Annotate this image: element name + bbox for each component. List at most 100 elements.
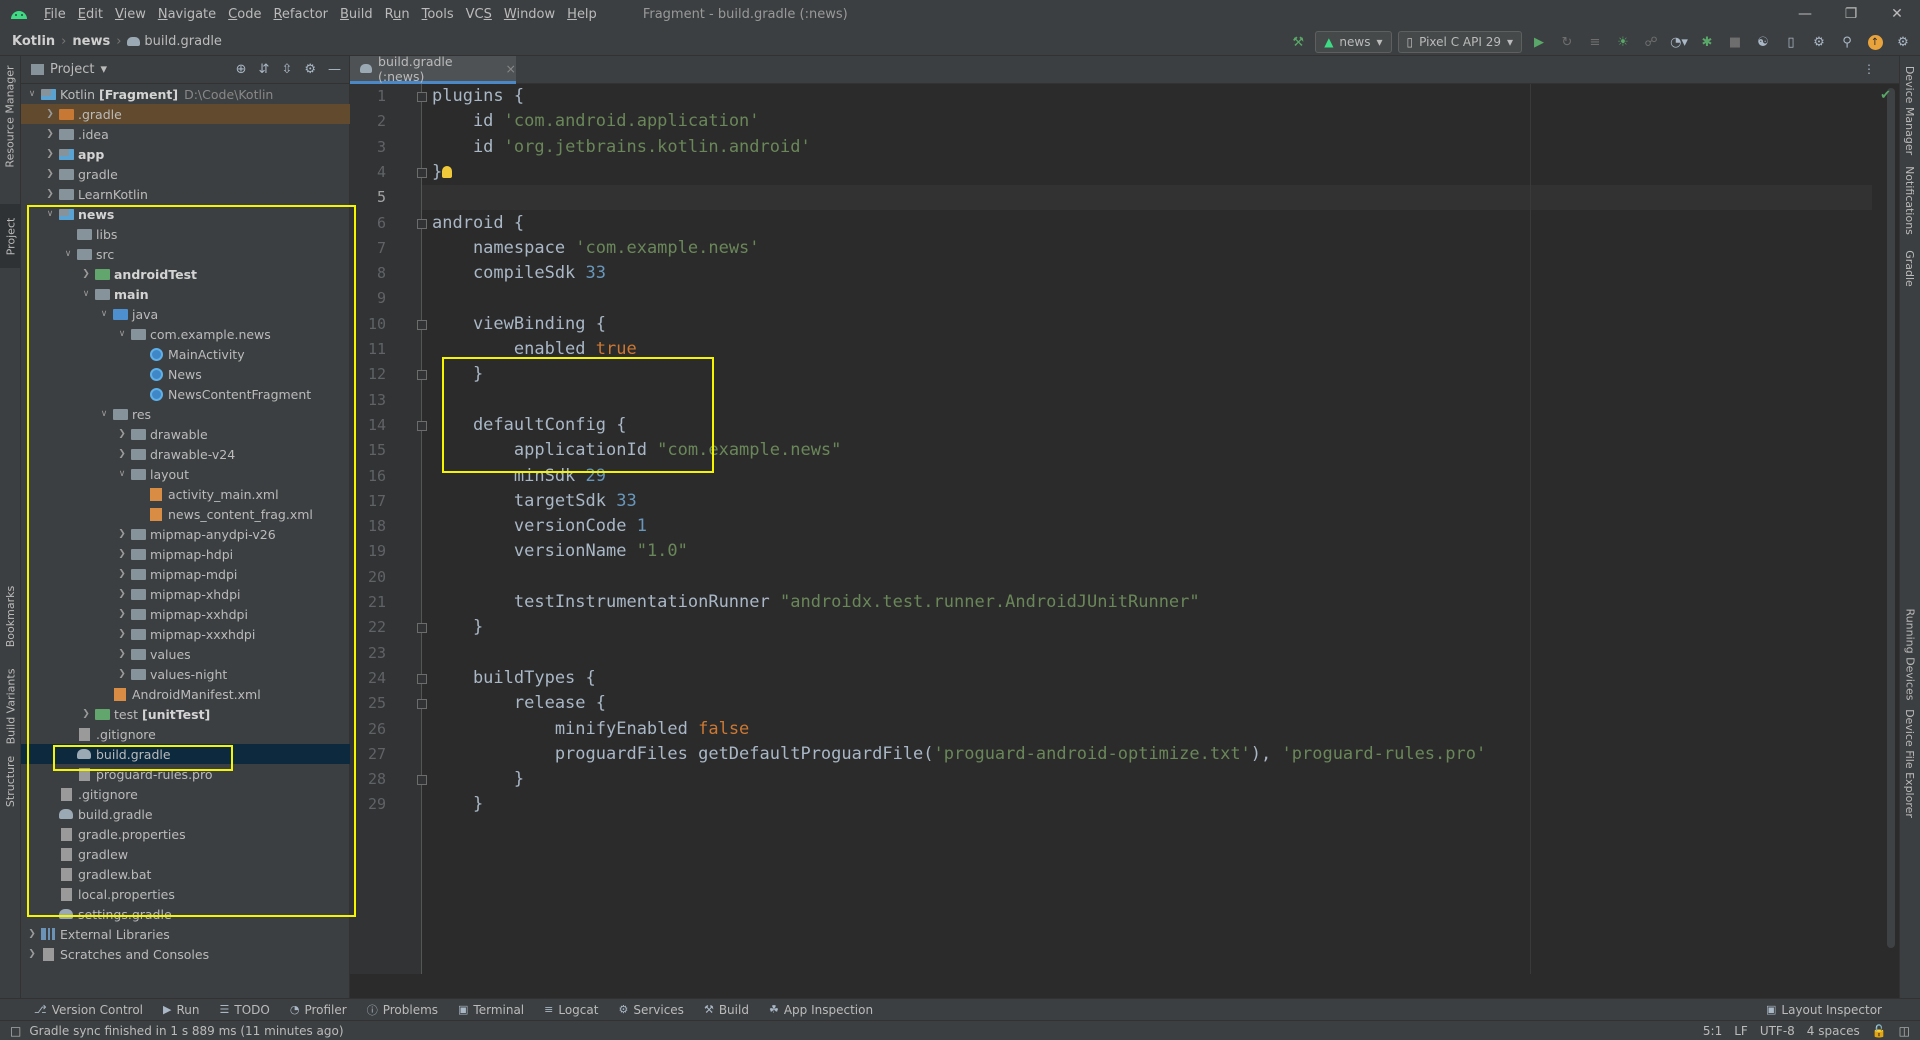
tree-item[interactable]: ❯ drawable [21,424,350,444]
tool-window-button-build[interactable]: ⚒ Build [694,1002,759,1018]
inspection-ok-check-icon[interactable]: ✔ [1880,88,1891,103]
menu-navigate[interactable]: Navigate [152,7,222,22]
chevron-right-icon[interactable]: ❯ [115,609,129,619]
caret-position[interactable]: 5:1 [1703,1024,1722,1038]
attach-process-icon[interactable]: ✱ [1696,31,1718,53]
tree-item[interactable]: ❯ drawable-v24 [21,444,350,464]
tree-item[interactable]: libs [21,224,350,244]
tool-window-button-services[interactable]: ⚙ Services [608,1002,693,1018]
chevron-right-icon[interactable]: ❯ [115,429,129,439]
chevron-down-icon[interactable]: ∨ [61,249,75,259]
tree-item[interactable]: .gitignore [21,724,350,744]
menu-refactor[interactable]: Refactor [267,7,334,22]
tree-item[interactable]: ❯ values [21,644,350,664]
code-editor[interactable]: 1 2 3 4 5 6 7 8 9 10 11 12 13 14 15 16 17 18 19 20 21 22 23 24 2… [350,84,1899,974]
chevron-right-icon[interactable]: ❯ [115,669,129,679]
tree-item[interactable]: local.properties [21,884,350,904]
tool-window-button-terminal[interactable]: ▣ Terminal [448,1002,534,1018]
tool-window-button-profiler[interactable]: ◔ Profiler [280,1002,357,1018]
tree-item[interactable]: NewsContentFragment [21,384,350,404]
device-select[interactable]: ▯ Pixel C API 29 ▾ [1397,31,1522,53]
fold-marker-icon[interactable] [417,623,427,634]
tree-item[interactable]: ❯ mipmap-xxxhdpi [21,624,350,644]
menu-window[interactable]: Window [498,7,561,22]
fold-marker-icon[interactable] [417,775,427,786]
search-icon[interactable]: ⚲ [1836,31,1858,53]
breadcrumb-file[interactable]: build.gradle [144,34,222,49]
chevron-right-icon[interactable]: ❯ [115,569,129,579]
hide-panel-icon[interactable]: — [328,62,341,77]
tree-item[interactable]: ❯ app [21,144,350,164]
update-available-icon[interactable]: ↑ [1864,31,1886,53]
tree-item[interactable]: ❯ androidTest [21,264,350,284]
tree-item[interactable]: ❯ Scratches and Consoles [21,944,350,964]
run-configuration-select[interactable]: ▲ news ▾ [1315,31,1392,53]
run-icon[interactable]: ▶ [1528,31,1550,53]
tree-item[interactable]: ∨ layout [21,464,350,484]
tree-item[interactable]: ❯ values-night [21,664,350,684]
tree-item[interactable]: ❯ .gradle [21,104,350,124]
tree-item[interactable]: ❯ mipmap-anydpi-v26 [21,524,350,544]
tool-windows-toggle-icon[interactable]: □ [10,1024,21,1038]
menu-run[interactable]: Run [379,7,416,22]
close-tab-icon[interactable]: × [506,61,516,76]
memory-indicator-icon[interactable]: ◫ [1899,1024,1910,1038]
fold-marker-icon[interactable] [417,673,427,684]
menu-edit[interactable]: Edit [72,7,109,22]
fold-marker-icon[interactable] [417,699,427,710]
tree-item[interactable]: ❯ mipmap-hdpi [21,544,350,564]
tree-item[interactable]: ❯ mipmap-mdpi [21,564,350,584]
chevron-down-icon[interactable]: ∨ [25,89,39,99]
tool-window-button-version-control[interactable]: ⎇ Version Control [24,1002,153,1018]
tree-item[interactable]: News [21,364,350,384]
gradle-tab[interactable]: Gradle [1899,242,1920,294]
tree-item[interactable]: MainActivity [21,344,350,364]
chevron-right-icon[interactable]: ❯ [79,709,93,719]
chevron-down-icon[interactable]: ∨ [97,409,111,419]
project-tab[interactable]: Project [0,204,21,268]
more-options-icon[interactable]: ⋮ [1863,62,1875,76]
tree-item[interactable]: news_content_frag.xml [21,504,350,524]
stop-icon[interactable]: ■ [1724,31,1746,53]
debug-icon[interactable]: ☀ [1612,31,1634,53]
chevron-down-icon[interactable]: ∨ [97,309,111,319]
tool-window-button-logcat[interactable]: ≡ Logcat [534,1002,608,1018]
menu-tools[interactable]: Tools [416,7,460,22]
chevron-down-icon[interactable]: ▾ [100,62,107,77]
chevron-down-icon[interactable]: ∨ [115,469,129,479]
chevron-down-icon[interactable]: ∨ [79,289,93,299]
chevron-right-icon[interactable]: ❯ [43,169,57,179]
menu-vcs[interactable]: VCS [460,7,498,22]
tab-build-gradle-news[interactable]: build.gradle (:news) × [350,54,516,84]
tree-item[interactable]: ∨ Kotlin [Fragment] D:\Code\Kotlin [21,84,350,104]
locate-file-icon[interactable]: ⊕ [236,62,247,77]
tree-item[interactable]: ∨ main [21,284,350,304]
bookmarks-tab[interactable]: Bookmarks [0,576,21,656]
resource-manager-tab[interactable]: Resource Manager [0,56,21,176]
options-gear-icon[interactable]: ⚙ [304,62,316,77]
apply-code-changes-icon[interactable]: ≡ [1584,31,1606,53]
apply-changes-icon[interactable]: ↻ [1556,31,1578,53]
chevron-right-icon[interactable]: ❯ [79,269,93,279]
minimize-icon[interactable]: — [1782,0,1828,28]
tree-item[interactable]: build.gradle [21,804,350,824]
tree-item[interactable]: build.gradle [21,744,350,764]
settings-gear-icon[interactable]: ⚙ [1892,31,1914,53]
chevron-right-icon[interactable]: ❯ [115,449,129,459]
fold-marker-icon[interactable] [417,420,427,431]
project-view-label[interactable]: Project [50,62,94,77]
profile-icon[interactable]: ◔▾ [1668,31,1690,53]
tree-item[interactable]: ❯ .idea [21,124,350,144]
device-file-explorer-tab[interactable]: Device File Explorer [1899,708,1920,818]
menu-help[interactable]: Help [561,7,603,22]
menu-view[interactable]: View [109,7,152,22]
tool-window-button-run[interactable]: ▶ Run [153,1002,209,1018]
tree-item[interactable]: ❯ External Libraries [21,924,350,944]
indent-setting[interactable]: 4 spaces [1807,1024,1860,1038]
menu-file[interactable]: File [38,7,72,22]
restore-icon[interactable]: ❐ [1828,0,1874,28]
build-variants-tab[interactable]: Build Variants [0,656,21,756]
chevron-right-icon[interactable]: ❯ [25,949,39,959]
tree-item[interactable]: gradlew [21,844,350,864]
structure-tab[interactable]: Structure [0,746,21,816]
